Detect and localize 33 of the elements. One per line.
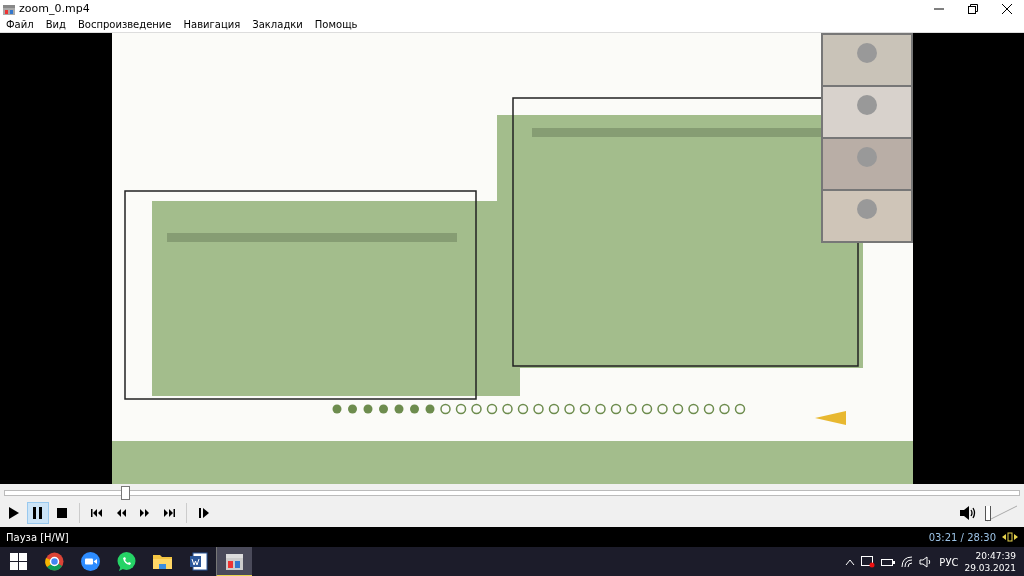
playback-time: 03:21 / 28:30 — [928, 531, 996, 543]
menu-item[interactable]: Навигация — [182, 19, 242, 30]
clock[interactable]: 20:47:39 29.03.2021 — [964, 550, 1016, 574]
film-clapper-icon — [3, 2, 15, 15]
fullscreen-icon[interactable] — [1002, 532, 1018, 542]
close-icon[interactable] — [1002, 3, 1012, 14]
chevron-up-icon[interactable] — [845, 558, 856, 566]
battery-icon[interactable] — [881, 557, 896, 567]
screen-record-icon[interactable] — [861, 556, 876, 568]
volume-slider-thumb[interactable] — [985, 506, 991, 521]
film-clapper-icon — [226, 553, 243, 570]
pause-button[interactable] — [27, 502, 49, 524]
menu-item[interactable]: Файл — [5, 19, 35, 30]
menu-item[interactable]: Воспроизведение — [76, 19, 173, 30]
windows-icon — [9, 552, 27, 570]
wifi-icon[interactable] — [901, 556, 914, 568]
browser-icon — [44, 552, 63, 571]
document-icon — [189, 552, 207, 570]
taskbar-app[interactable] — [216, 547, 252, 576]
menu-item[interactable]: Помощь — [313, 19, 359, 30]
folder-icon — [152, 554, 172, 569]
speaker-icon[interactable] — [959, 505, 977, 521]
menu-item[interactable]: Закладки — [251, 19, 304, 30]
chat-bubble-icon — [117, 551, 135, 571]
volume-slider[interactable] — [985, 503, 1017, 523]
maximize-icon[interactable] — [968, 3, 978, 14]
video-camera-icon — [80, 551, 100, 571]
stop-icon — [54, 505, 70, 521]
playback-status: Пауза [H/W] — [6, 531, 69, 543]
menu-item[interactable]: Вид — [44, 19, 67, 30]
language-indicator[interactable]: РУС — [939, 556, 959, 568]
window-title: zoom_0.mp4 — [19, 2, 90, 15]
seek-slider-thumb[interactable] — [120, 485, 130, 500]
